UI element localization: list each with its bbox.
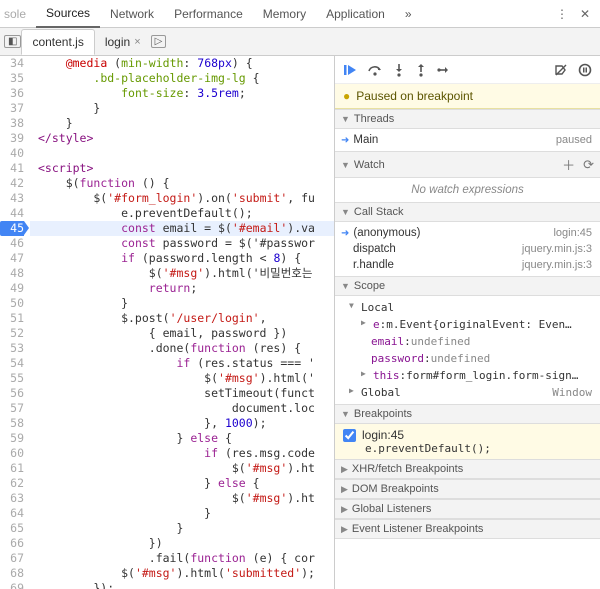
section-title: DOM Breakpoints bbox=[352, 483, 439, 495]
scope-value: undefined bbox=[431, 352, 491, 365]
frame-loc: login:45 bbox=[553, 227, 592, 239]
close-tab-icon[interactable]: × bbox=[134, 36, 140, 48]
scope-value: Window bbox=[552, 386, 592, 399]
section-title: Scope bbox=[354, 280, 385, 292]
tabs-overflow[interactable]: » bbox=[395, 1, 422, 27]
frame-loc: jquery.min.js:3 bbox=[522, 259, 592, 271]
scope-var[interactable]: ▶this: form#form_login.form-sign… bbox=[335, 367, 600, 384]
callstack-frame[interactable]: r.handle jquery.min.js:3 bbox=[335, 257, 600, 273]
breakpoints-header[interactable]: ▼Breakpoints bbox=[335, 404, 600, 424]
thread-name: Main bbox=[353, 134, 556, 146]
info-icon: ● bbox=[343, 89, 350, 103]
frame-name: r.handle bbox=[353, 259, 522, 271]
tab-sources[interactable]: Sources bbox=[36, 0, 100, 28]
xhr-breakpoints-header[interactable]: ▶XHR/fetch Breakpoints bbox=[335, 459, 600, 479]
section-title: Event Listener Breakpoints bbox=[352, 523, 483, 535]
watch-header[interactable]: ▼Watch ＋ ⟳ bbox=[335, 151, 600, 178]
code-editor[interactable]: 3435363738394041424344454647484950515253… bbox=[0, 56, 335, 589]
tab-network[interactable]: Network bbox=[100, 1, 164, 27]
callstack-header[interactable]: ▼Call Stack bbox=[335, 202, 600, 222]
global-listeners-header[interactable]: ▶Global Listeners bbox=[335, 499, 600, 519]
scope-label: Local bbox=[361, 301, 394, 314]
file-tab-label: login bbox=[105, 35, 130, 49]
scope-value: form#form_login.form-sign… bbox=[406, 369, 578, 382]
file-tab-label: content.js bbox=[32, 35, 83, 49]
debug-toolbar bbox=[335, 56, 600, 84]
event-listener-breakpoints-header[interactable]: ▶Event Listener Breakpoints bbox=[335, 519, 600, 539]
scope-value: undefined bbox=[411, 335, 471, 348]
breakpoint-code: e.preventDefault(); bbox=[343, 442, 592, 455]
breakpoint-item[interactable]: login:45 e.preventDefault(); bbox=[335, 424, 600, 459]
step-out-icon[interactable] bbox=[415, 63, 427, 77]
tab-truncated: sole bbox=[4, 1, 36, 27]
scope-var: password: undefined bbox=[335, 350, 600, 367]
kebab-menu-icon[interactable]: ⋮ bbox=[550, 3, 574, 25]
devtools-tab-strip: sole Sources Network Performance Memory … bbox=[0, 0, 600, 28]
tab-memory[interactable]: Memory bbox=[253, 1, 316, 27]
frame-name: dispatch bbox=[353, 243, 522, 255]
step-over-icon[interactable] bbox=[367, 63, 383, 77]
paused-text: Paused on breakpoint bbox=[356, 89, 473, 103]
scope-var[interactable]: ▶e: m.Event {originalEvent: Even… bbox=[335, 316, 600, 333]
pause-exceptions-icon[interactable] bbox=[578, 63, 592, 77]
scope-header[interactable]: ▼Scope bbox=[335, 276, 600, 296]
toggle-navigator-icon[interactable]: ◧ bbox=[4, 35, 21, 48]
refresh-watch-icon[interactable]: ⟳ bbox=[583, 157, 594, 173]
scope-var: email: undefined bbox=[335, 333, 600, 350]
breakpoint-checkbox[interactable] bbox=[343, 429, 356, 442]
file-tab-contentjs[interactable]: content.js bbox=[21, 29, 94, 55]
paused-banner: ● Paused on breakpoint bbox=[335, 84, 600, 109]
tab-performance[interactable]: Performance bbox=[164, 1, 253, 27]
section-title: Breakpoints bbox=[354, 408, 412, 420]
scope-label: Global bbox=[361, 386, 401, 399]
frame-loc: jquery.min.js:3 bbox=[522, 243, 592, 255]
deactivate-breakpoints-icon[interactable] bbox=[554, 63, 568, 77]
resume-icon[interactable] bbox=[343, 63, 357, 77]
scope-value: {originalEvent: Even… bbox=[433, 318, 572, 331]
step-icon[interactable] bbox=[437, 63, 451, 77]
section-title: Call Stack bbox=[354, 206, 404, 218]
show-debugger-icon[interactable]: ▷ bbox=[151, 35, 167, 48]
frame-name: (anonymous) bbox=[353, 227, 553, 239]
threads-header[interactable]: ▼Threads bbox=[335, 109, 600, 129]
callstack-frame[interactable]: (anonymous) login:45 bbox=[335, 225, 600, 241]
section-title: Watch bbox=[354, 159, 385, 171]
tab-application[interactable]: Application bbox=[316, 1, 395, 27]
dom-breakpoints-header[interactable]: ▶DOM Breakpoints bbox=[335, 479, 600, 499]
breakpoint-label: login:45 bbox=[362, 428, 404, 442]
code-lines: @media (min-width: 768px) { .bd-placehol… bbox=[30, 56, 334, 589]
file-tab-strip: ◧ content.js login × ▷ bbox=[0, 28, 600, 56]
file-tab-login[interactable]: login × bbox=[95, 30, 151, 54]
scope-local[interactable]: ▼Local bbox=[335, 299, 600, 316]
section-title: XHR/fetch Breakpoints bbox=[352, 463, 463, 475]
thread-row[interactable]: Main paused bbox=[335, 132, 600, 148]
debugger-sidebar: ● Paused on breakpoint ▼Threads Main pau… bbox=[335, 56, 600, 589]
scope-global[interactable]: ▶GlobalWindow bbox=[335, 384, 600, 401]
section-title: Global Listeners bbox=[352, 503, 432, 515]
add-watch-icon[interactable]: ＋ bbox=[562, 155, 575, 174]
line-gutter[interactable]: 3435363738394041424344454647484950515253… bbox=[0, 56, 30, 589]
close-icon[interactable]: ✕ bbox=[574, 3, 596, 25]
callstack-frame[interactable]: dispatch jquery.min.js:3 bbox=[335, 241, 600, 257]
step-into-icon[interactable] bbox=[393, 63, 405, 77]
thread-state: paused bbox=[556, 134, 592, 146]
section-title: Threads bbox=[354, 113, 394, 125]
watch-empty: No watch expressions bbox=[335, 178, 600, 202]
